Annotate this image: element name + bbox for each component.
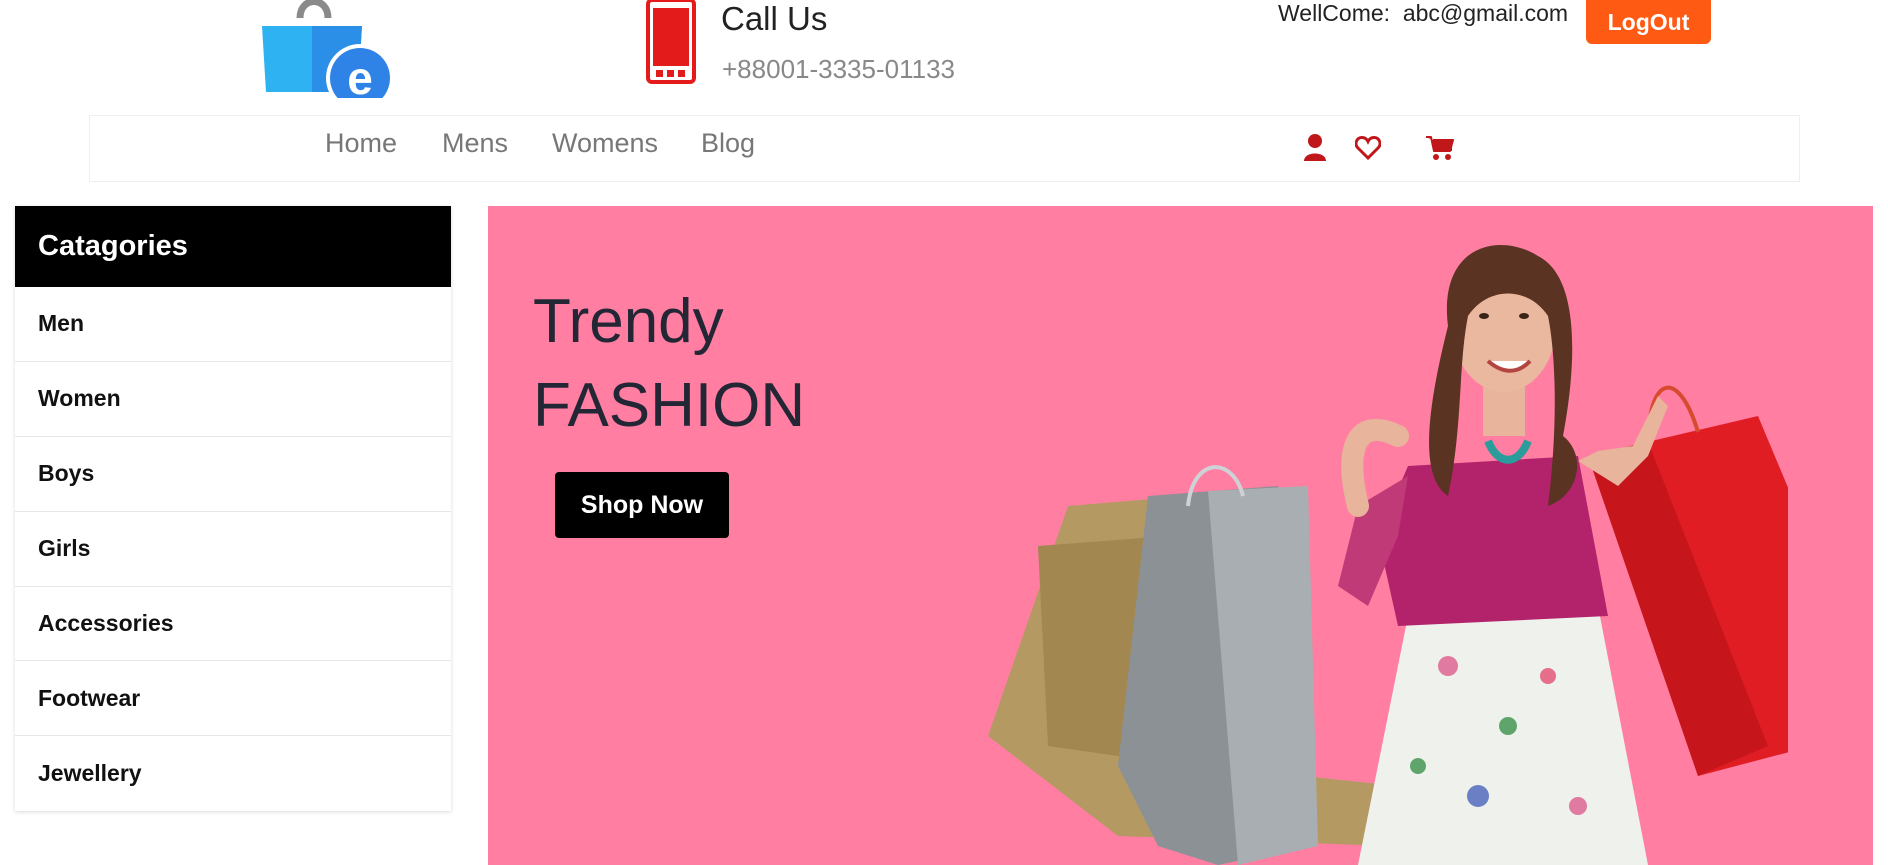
hero-title-line-1: Trendy bbox=[533, 287, 724, 356]
logo-shopping-bag-icon[interactable]: e bbox=[260, 0, 400, 98]
welcome-message: WellCome: abc@gmail.com bbox=[1278, 0, 1568, 27]
category-jewellery[interactable]: Jewellery bbox=[15, 736, 451, 811]
main-navbar: Home Mens Womens Blog bbox=[89, 115, 1800, 182]
woman-with-shopping-bags-image bbox=[988, 244, 1788, 865]
nav-link-mens[interactable]: Mens bbox=[442, 128, 508, 159]
hero-banner: Trendy FASHION Shop Now bbox=[488, 206, 1873, 865]
nav-link-womens[interactable]: Womens bbox=[552, 128, 658, 159]
category-women[interactable]: Women bbox=[15, 362, 451, 437]
svg-text:e: e bbox=[347, 52, 373, 98]
welcome-label: WellCome: bbox=[1278, 0, 1391, 26]
shop-now-button[interactable]: Shop Now bbox=[555, 472, 729, 538]
logout-button[interactable]: LogOut bbox=[1586, 0, 1711, 44]
category-girls[interactable]: Girls bbox=[15, 512, 451, 587]
nav-link-home[interactable]: Home bbox=[325, 128, 397, 159]
phone-icon bbox=[646, 0, 696, 84]
categories-title: Catagories bbox=[15, 206, 451, 287]
category-accessories[interactable]: Accessories bbox=[15, 587, 451, 662]
cart-icon[interactable] bbox=[1426, 135, 1454, 161]
category-footwear[interactable]: Footwear bbox=[15, 661, 451, 737]
hero-title-line-2: FASHION bbox=[533, 371, 806, 440]
call-us-heading: Call Us bbox=[721, 0, 828, 37]
categories-sidebar: Catagories Men Women Boys Girls Accessor… bbox=[15, 206, 451, 811]
heart-icon[interactable] bbox=[1355, 136, 1381, 160]
nav-link-blog[interactable]: Blog bbox=[701, 128, 755, 159]
category-boys[interactable]: Boys bbox=[15, 437, 451, 512]
phone-number: +88001-3335-01133 bbox=[722, 54, 956, 84]
category-men[interactable]: Men bbox=[15, 287, 451, 362]
user-icon[interactable] bbox=[1303, 133, 1327, 161]
user-email: abc@gmail.com bbox=[1402, 0, 1569, 26]
